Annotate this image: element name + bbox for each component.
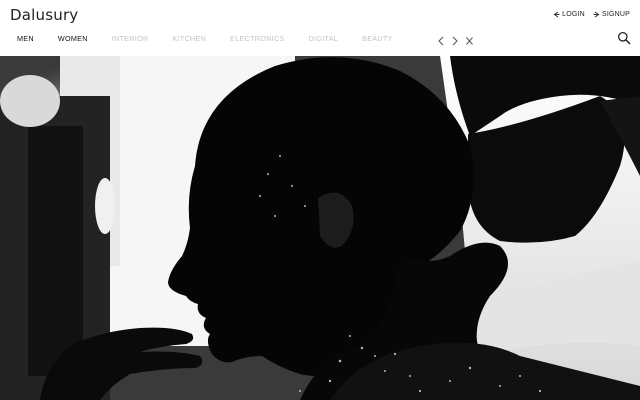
- hero-banner[interactable]: [0, 56, 640, 400]
- signup-link[interactable]: SIGNUP: [593, 11, 630, 18]
- nav-item-women[interactable]: WOMEN: [58, 34, 88, 43]
- brand-logo[interactable]: Dalusury: [10, 6, 78, 24]
- search-button[interactable]: [617, 31, 631, 45]
- signup-icon: [593, 11, 600, 18]
- login-icon: [553, 11, 560, 18]
- account-links: LOGIN SIGNUP: [553, 11, 630, 18]
- nav-item-electronics[interactable]: ELECTRONICS: [230, 34, 284, 43]
- nav-item-beauty[interactable]: BEAUTY: [362, 34, 393, 43]
- chevron-right-icon[interactable]: [451, 33, 459, 51]
- site-header: Dalusury LOGIN SIGNUP MEN WOMEN INTERIOR…: [0, 0, 640, 56]
- nav-item-interior[interactable]: INTERIOR: [112, 34, 149, 43]
- chevron-left-icon[interactable]: [437, 33, 445, 51]
- main-nav: MEN WOMEN INTERIOR KITCHEN ELECTRONICS D…: [17, 34, 417, 43]
- login-link[interactable]: LOGIN: [553, 11, 585, 18]
- nav-item-digital[interactable]: DIGITAL: [309, 34, 339, 43]
- nav-item-kitchen[interactable]: KITCHEN: [172, 34, 206, 43]
- signup-label: SIGNUP: [601, 11, 630, 18]
- hero-image: [0, 56, 640, 400]
- nav-controls: [437, 33, 474, 51]
- search-icon: [617, 31, 631, 45]
- close-icon[interactable]: [465, 33, 474, 51]
- login-label: LOGIN: [562, 11, 585, 18]
- nav-item-men[interactable]: MEN: [17, 34, 34, 43]
